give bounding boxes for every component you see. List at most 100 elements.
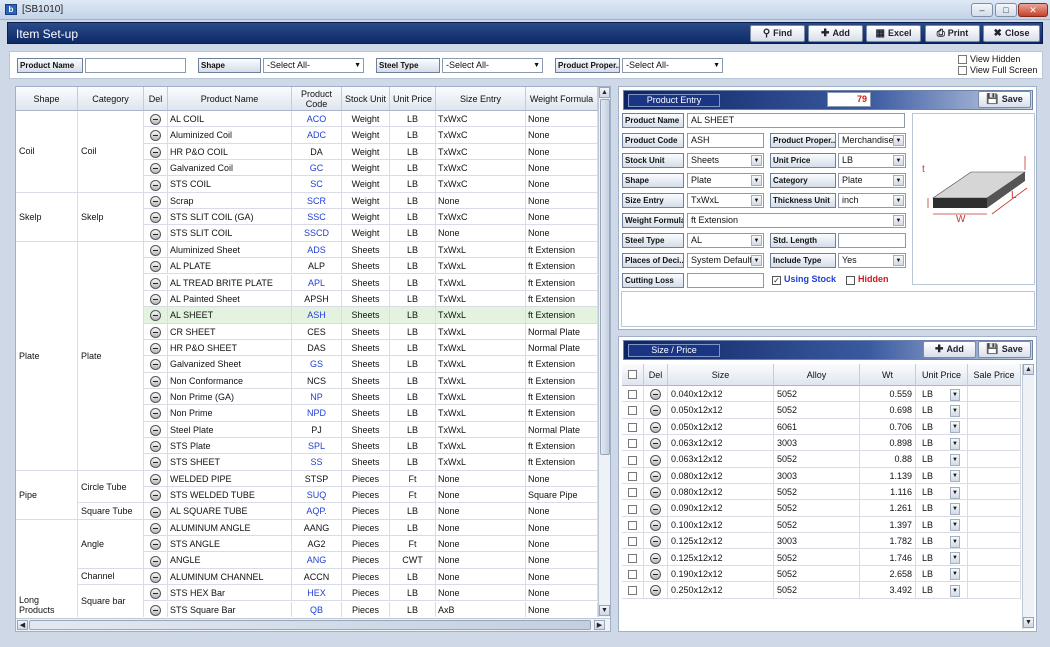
- chevron-down-icon[interactable]: ▼: [950, 486, 960, 499]
- sale-price-cell[interactable]: [968, 533, 1021, 550]
- row-checkbox-cell[interactable]: [622, 516, 644, 534]
- table-row[interactable]: Galvanized Sheet GS Sheets LB TxWxL ft Extens…: [144, 356, 598, 373]
- delete-row-button[interactable]: [144, 470, 168, 488]
- table-row[interactable]: Steel Plate PJ Sheets LB TxWxL Normal Plate: [144, 421, 598, 438]
- delete-row-button[interactable]: [144, 143, 168, 161]
- unit-price-select[interactable]: LB ▼: [916, 500, 968, 517]
- delete-row-button[interactable]: [144, 568, 168, 586]
- column-header-alloy[interactable]: Alloy: [774, 364, 860, 386]
- scroll-up-icon[interactable]: ▲: [599, 87, 610, 98]
- delete-row-button[interactable]: [144, 258, 168, 275]
- row-checkbox-cell[interactable]: [622, 500, 644, 517]
- unit-price-select[interactable]: LB ▼: [916, 565, 968, 583]
- delete-row-button[interactable]: [144, 323, 168, 340]
- table-row[interactable]: STS Plate SPL Sheets LB TxWxL ft Extension: [144, 438, 598, 455]
- column-header-shape[interactable]: Shape: [16, 87, 78, 111]
- steel-type-filter-select[interactable]: -Select All- ▼: [442, 58, 543, 73]
- table-row[interactable]: Aluminized Sheet ADS Sheets LB TxWxL ft Exten…: [144, 241, 598, 259]
- unit-price-select[interactable]: LB ▼: [838, 153, 906, 168]
- row-checkbox-cell[interactable]: [622, 386, 644, 403]
- size-entry-select[interactable]: TxWxL ▼: [687, 193, 764, 208]
- scroll-down-icon[interactable]: ▼: [599, 605, 610, 616]
- table-row[interactable]: Non Conformance NCS Sheets LB TxWxL ft Extens…: [144, 372, 598, 389]
- sale-price-cell[interactable]: [968, 451, 1021, 468]
- delete-row-button[interactable]: [144, 176, 168, 193]
- table-row[interactable]: 0.090x12x12 5052 1.261 LB ▼: [622, 500, 1021, 517]
- delete-row-button[interactable]: [144, 160, 168, 177]
- unit-price-select[interactable]: LB ▼: [916, 533, 968, 550]
- find-button[interactable]: ⚲ Find: [750, 25, 805, 42]
- table-row[interactable]: STS Square Bar QB Pieces LB AxB None: [144, 601, 598, 617]
- column-header-unit-price[interactable]: Unit Price: [390, 87, 436, 111]
- table-row[interactable]: ANGLE ANG Pieces CWT None None: [144, 552, 598, 569]
- sale-price-cell[interactable]: [968, 516, 1021, 534]
- unit-price-select[interactable]: LB ▼: [916, 484, 968, 501]
- std-length-input[interactable]: [838, 233, 906, 248]
- product-property-select[interactable]: Merchandise ▼: [838, 133, 906, 148]
- table-row[interactable]: AL PLATE ALP Sheets LB TxWxL ft Extension: [144, 258, 598, 275]
- delete-row-button[interactable]: [144, 503, 168, 520]
- row-checkbox[interactable]: [628, 471, 637, 481]
- row-checkbox[interactable]: [628, 422, 637, 432]
- table-row[interactable]: 0.125x12x12 5052 1.746 LB ▼: [622, 549, 1021, 566]
- entry-notes-area[interactable]: [621, 291, 1035, 327]
- sale-price-cell[interactable]: [968, 582, 1021, 599]
- column-header-sale-price[interactable]: Sale Price: [968, 364, 1021, 386]
- row-checkbox[interactable]: [628, 390, 637, 400]
- minimize-button[interactable]: –: [971, 3, 993, 17]
- column-header-size-entry[interactable]: Size Entry: [436, 87, 526, 111]
- table-row[interactable]: STS HEX Bar HEX Pieces LB None None: [144, 585, 598, 602]
- row-checkbox-cell[interactable]: [622, 418, 644, 436]
- table-row[interactable]: 0.050x12x12 6061 0.706 LB ▼: [622, 418, 1021, 436]
- select-all-checkbox-header[interactable]: [622, 364, 644, 386]
- delete-row-button[interactable]: [644, 500, 668, 517]
- sale-price-cell[interactable]: [968, 500, 1021, 517]
- delete-row-button[interactable]: [144, 454, 168, 471]
- row-checkbox-cell[interactable]: [622, 582, 644, 599]
- table-row[interactable]: STS ANGLE AG2 Pieces Ft None None: [144, 536, 598, 553]
- include-type-select[interactable]: Yes ▼: [838, 253, 906, 268]
- table-row[interactable]: AL TREAD BRITE PLATE APL Sheets LB TxWxL ft E…: [144, 274, 598, 291]
- delete-row-button[interactable]: [144, 225, 168, 242]
- table-row[interactable]: 0.100x12x12 5052 1.397 LB ▼: [622, 516, 1021, 534]
- delete-row-button[interactable]: [144, 307, 168, 324]
- unit-price-select[interactable]: LB ▼: [916, 435, 968, 452]
- chevron-down-icon[interactable]: ▼: [950, 552, 960, 565]
- chevron-down-icon[interactable]: ▼: [950, 503, 960, 516]
- row-checkbox-cell[interactable]: [622, 435, 644, 452]
- product-name-filter-input[interactable]: [85, 58, 186, 73]
- chevron-down-icon[interactable]: ▼: [950, 388, 960, 401]
- table-row[interactable]: STS COIL SC Weight LB TxWxC None: [144, 176, 598, 193]
- row-checkbox-cell[interactable]: [622, 402, 644, 419]
- scroll-up-icon[interactable]: ▲: [1023, 364, 1034, 375]
- unit-price-select[interactable]: LB ▼: [916, 549, 968, 566]
- chevron-down-icon[interactable]: ▼: [950, 470, 960, 483]
- table-row[interactable]: CR SHEET CES Sheets LB TxWxL Normal Plate: [144, 323, 598, 340]
- unit-price-select[interactable]: LB ▼: [916, 402, 968, 419]
- using-stock-checkbox[interactable]: ✓: [772, 276, 781, 285]
- product-code-input[interactable]: ASH: [687, 133, 764, 148]
- sale-price-cell[interactable]: [968, 549, 1021, 566]
- delete-row-button[interactable]: [144, 487, 168, 504]
- table-row[interactable]: HR P&O SHEET DAS Sheets LB TxWxL Normal Plate: [144, 339, 598, 357]
- product-grid-vscroll-thumb[interactable]: [600, 99, 610, 455]
- row-checkbox[interactable]: [628, 488, 637, 498]
- delete-row-button[interactable]: [144, 209, 168, 226]
- delete-row-button[interactable]: [144, 536, 168, 553]
- table-row[interactable]: 0.125x12x12 3003 1.782 LB ▼: [622, 533, 1021, 550]
- shape-select[interactable]: Plate ▼: [687, 173, 764, 188]
- table-row[interactable]: AL Painted Sheet APSH Sheets LB TxWxL ft Exte…: [144, 290, 598, 308]
- chevron-down-icon[interactable]: ▼: [950, 437, 960, 450]
- row-checkbox-cell[interactable]: [622, 565, 644, 583]
- table-row[interactable]: 0.050x12x12 5052 0.698 LB ▼: [622, 402, 1021, 419]
- delete-row-button[interactable]: [144, 290, 168, 308]
- add-button[interactable]: ✚ Add: [808, 25, 863, 42]
- close-button[interactable]: ✖ Close: [983, 25, 1040, 42]
- weight-formula-select[interactable]: ft Extension ▼: [687, 213, 906, 228]
- delete-row-button[interactable]: [144, 192, 168, 210]
- delete-row-button[interactable]: [144, 241, 168, 259]
- sale-price-cell[interactable]: [968, 386, 1021, 403]
- column-header-del[interactable]: Del: [644, 364, 668, 386]
- table-row[interactable]: STS SLIT COIL (GA) SSC Weight LB TxWxC None: [144, 209, 598, 226]
- delete-row-button[interactable]: [644, 402, 668, 419]
